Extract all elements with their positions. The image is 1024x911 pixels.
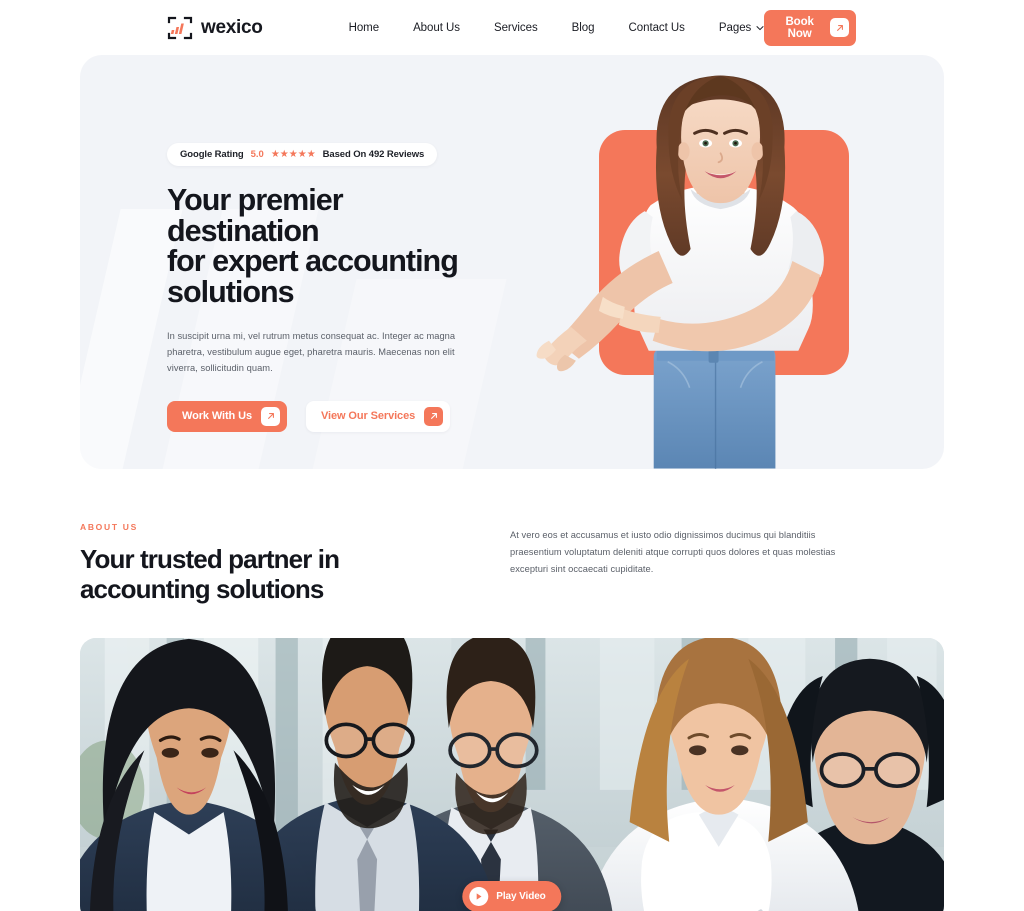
about-title-line-2: accounting solutions bbox=[80, 574, 324, 605]
about-title-line-1: Your trusted partner in bbox=[80, 544, 340, 574]
nav-label: Home bbox=[348, 21, 380, 34]
rating-reviews-count: Based On 492 Reviews bbox=[322, 149, 425, 160]
rating-score: 5.0 bbox=[250, 149, 264, 160]
nav-label: About Us bbox=[413, 21, 460, 34]
about-paragraph: At vero eos et accusamus et iusto odio d… bbox=[510, 530, 836, 574]
nav-item-about-us[interactable]: About Us bbox=[413, 22, 460, 34]
work-with-us-button[interactable]: Work With Us bbox=[167, 400, 287, 432]
nav-label: Pages bbox=[718, 21, 752, 34]
star-rating-icon: ★★★★★ bbox=[270, 148, 316, 160]
main-navigation: Home About Us Services Blog Contact Us P… bbox=[349, 22, 765, 34]
arrow-up-right-icon bbox=[830, 18, 849, 37]
brand-name: wexico bbox=[201, 16, 263, 38]
nav-label: Services bbox=[493, 21, 538, 34]
nav-item-blog[interactable]: Blog bbox=[572, 22, 595, 34]
hero-section: Google Rating 5.0 ★★★★★ Based On 492 Rev… bbox=[80, 55, 944, 469]
view-our-services-label: View Our Services bbox=[321, 410, 416, 423]
book-now-button[interactable]: Book Now bbox=[764, 9, 856, 46]
bracket-chart-icon bbox=[167, 16, 193, 40]
hero-title-line-2: for expert accounting bbox=[167, 244, 459, 278]
nav-item-pages[interactable]: Pages bbox=[719, 22, 764, 34]
hero-visual bbox=[535, 55, 944, 469]
about-eyebrow: ABOUT US bbox=[80, 522, 138, 532]
brand-logo[interactable]: wexico bbox=[167, 16, 263, 40]
google-rating-badge: Google Rating 5.0 ★★★★★ Based On 492 Rev… bbox=[167, 143, 438, 166]
arrow-up-right-icon bbox=[261, 406, 280, 426]
play-video-button[interactable]: Play Video bbox=[462, 881, 562, 911]
arrow-up-right-icon bbox=[424, 406, 444, 426]
about-title: Your trusted partner in accounting solut… bbox=[80, 544, 430, 604]
hero-title-line-1: Your premier destination bbox=[167, 183, 344, 248]
nav-label: Contact Us bbox=[628, 21, 685, 34]
work-with-us-label: Work With Us bbox=[182, 410, 252, 423]
hero-title: Your premier destination for expert acco… bbox=[167, 185, 497, 307]
nav-item-contact-us[interactable]: Contact Us bbox=[629, 22, 685, 34]
site-header: wexico Home About Us Services Blog Conta… bbox=[0, 0, 1024, 55]
woman-pointing-illustration bbox=[536, 75, 824, 469]
view-our-services-button[interactable]: View Our Services bbox=[306, 400, 451, 432]
chevron-down-icon bbox=[756, 23, 764, 31]
about-section: ABOUT US Your trusted partner in account… bbox=[0, 469, 1024, 604]
nav-label: Blog bbox=[571, 21, 595, 34]
nav-item-services[interactable]: Services bbox=[494, 22, 538, 34]
hero-button-group: Work With Us View Our Services bbox=[167, 400, 535, 432]
rating-label: Google Rating bbox=[180, 149, 244, 160]
hero-title-line-3: solutions bbox=[167, 274, 295, 309]
team-photo: Play Video bbox=[80, 638, 944, 911]
hero-paragraph: In suscipit urna mi, vel rutrum metus co… bbox=[167, 331, 456, 373]
play-icon bbox=[469, 887, 489, 907]
book-now-label: Book Now bbox=[785, 15, 814, 40]
nav-item-home[interactable]: Home bbox=[348, 21, 380, 34]
play-video-label: Play Video bbox=[496, 891, 546, 903]
